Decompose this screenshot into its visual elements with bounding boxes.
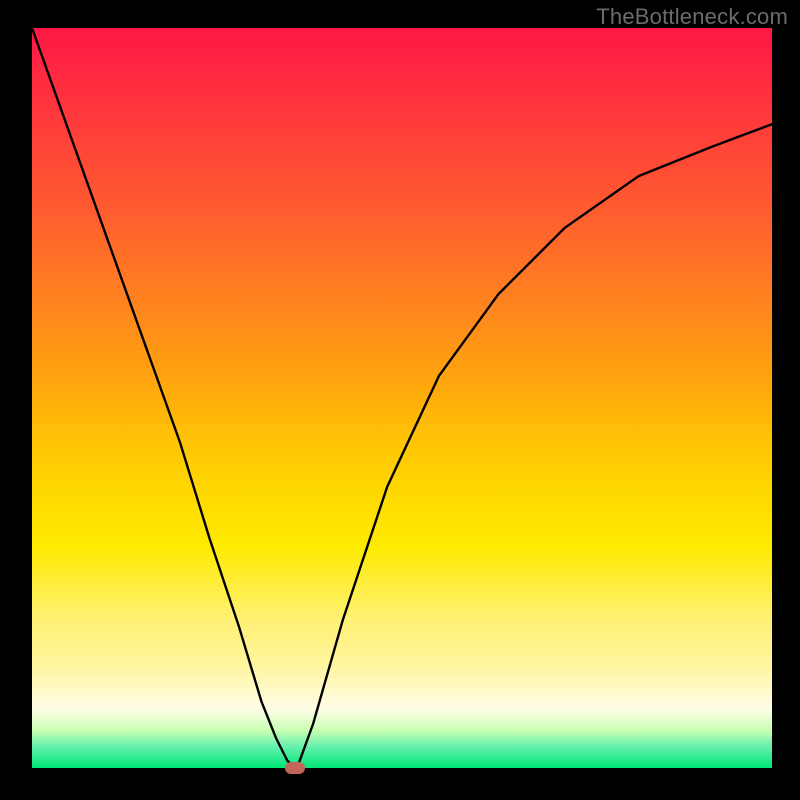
watermark-text: TheBottleneck.com [596,4,788,30]
bottleneck-curve [32,28,772,768]
chart-plot-area [32,28,772,768]
optimal-point-marker [285,762,305,774]
